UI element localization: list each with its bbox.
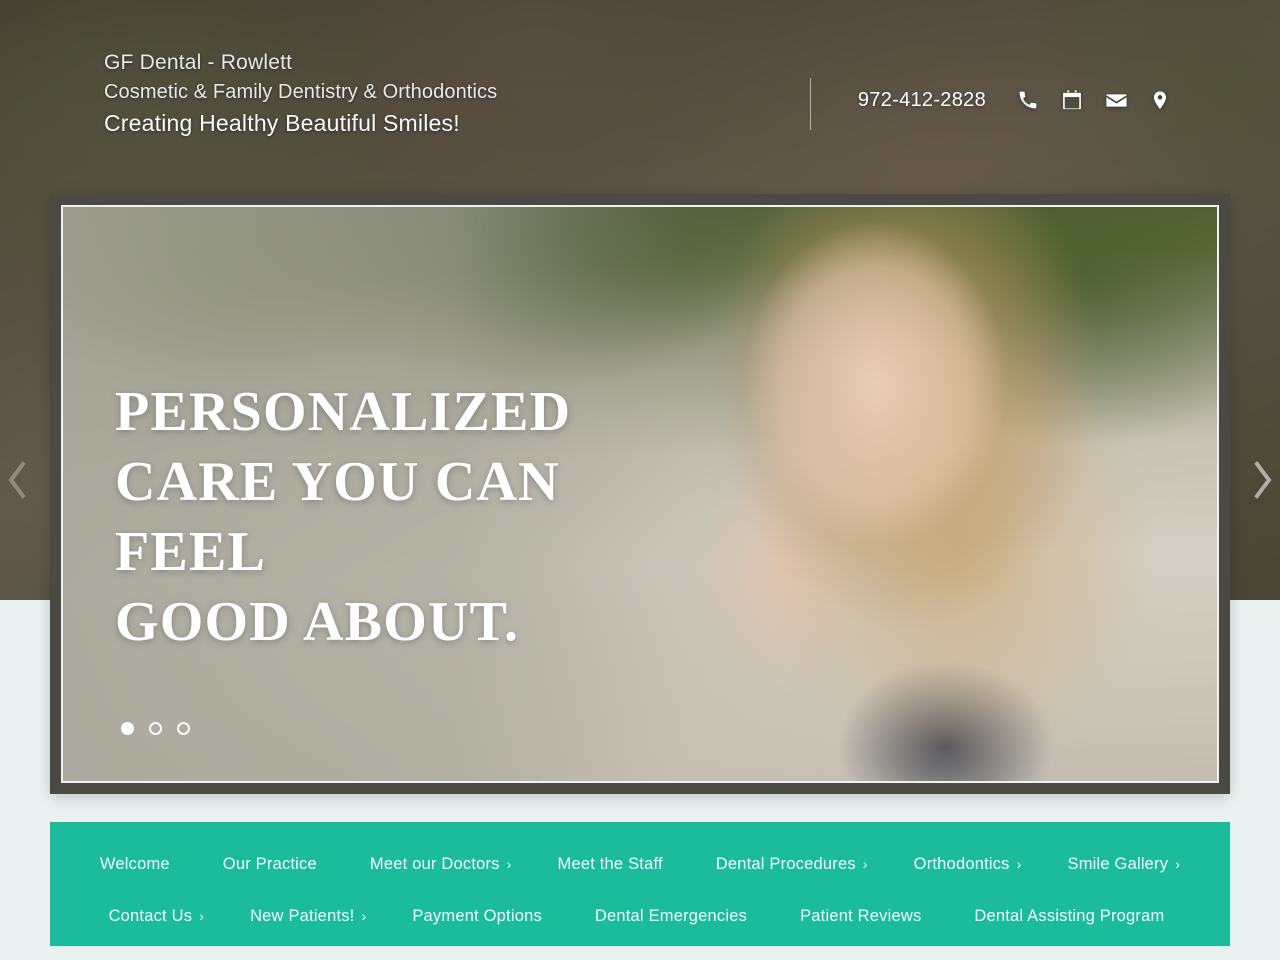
hero-carousel: PERSONALIZED CARE YOU CAN FEEL GOOD ABOU…	[50, 194, 1230, 794]
contact-bar: 972-412-2828	[809, 78, 1172, 130]
carousel-dot-1[interactable]	[121, 722, 134, 735]
carousel-next-arrow[interactable]	[1246, 440, 1280, 520]
hero-headline-line-1: PERSONALIZED	[115, 381, 572, 443]
nav-item-label: Meet the Staff	[557, 854, 663, 873]
nav-item-label: Orthodontics	[913, 854, 1010, 873]
nav-item-dental-procedures[interactable]: Dental Procedures ›	[716, 849, 868, 880]
practice-tagline: Creating Healthy Beautiful Smiles!	[104, 110, 460, 136]
carousel-prev-arrow[interactable]	[0, 440, 34, 520]
nav-item-meet-the-staff[interactable]: Meet the Staff	[558, 849, 670, 880]
nav-item-label: Dental Procedures	[715, 854, 856, 873]
nav-item-dental-assisting-program[interactable]: Dental Assisting Program	[974, 901, 1171, 932]
nav-row-primary: Welcome Our Practice Meet our Doctors › …	[96, 838, 1184, 890]
nav-item-label: Smile Gallery	[1067, 854, 1169, 873]
nav-item-dental-emergencies[interactable]: Dental Emergencies	[595, 901, 754, 932]
nav-item-label: Patient Reviews	[800, 906, 922, 925]
nav-row-secondary: Contact Us › New Patients! › Payment Opt…	[96, 890, 1184, 942]
nav-item-label: Our Practice	[222, 854, 317, 873]
nav-item-new-patients[interactable]: New Patients! ›	[250, 901, 366, 932]
nav-item-label: Welcome	[99, 854, 170, 873]
contact-icon-group	[1016, 88, 1172, 112]
hero-headline-line-3: GOOD ABOUT.	[115, 591, 520, 653]
nav-item-label: Payment Options	[412, 906, 542, 925]
nav-item-patient-reviews[interactable]: Patient Reviews	[800, 901, 928, 932]
nav-item-contact-us[interactable]: Contact Us ›	[109, 901, 205, 932]
carousel-dot-2[interactable]	[149, 722, 162, 735]
nav-item-orthodontics[interactable]: Orthodontics ›	[914, 849, 1022, 880]
nav-item-label: Meet our Doctors	[369, 854, 500, 873]
nav-item-meet-our-doctors[interactable]: Meet our Doctors ›	[370, 849, 512, 880]
main-navigation: Welcome Our Practice Meet our Doctors › …	[50, 822, 1230, 946]
nav-item-our-practice[interactable]: Our Practice	[223, 849, 324, 880]
chevron-right-icon: ›	[1016, 856, 1022, 872]
nav-item-label: Dental Assisting Program	[974, 906, 1165, 925]
hero-headline-block: PERSONALIZED CARE YOU CAN FEEL GOOD ABOU…	[115, 377, 715, 657]
nav-item-label: Contact Us	[108, 906, 193, 925]
practice-specialties: Cosmetic & Family Dentistry & Orthodonti…	[104, 81, 498, 103]
carousel-dots	[121, 722, 190, 735]
nav-item-payment-options[interactable]: Payment Options	[412, 901, 549, 932]
nav-item-smile-gallery[interactable]: Smile Gallery ›	[1068, 849, 1181, 880]
chevron-right-icon: ›	[506, 856, 512, 872]
nav-item-label: New Patients!	[250, 906, 355, 925]
nav-item-label: Dental Emergencies	[594, 906, 748, 925]
calendar-icon[interactable]	[1060, 88, 1084, 112]
phone-number[interactable]: 972-412-2828	[858, 89, 986, 112]
site-header: GF Dental - Rowlett Cosmetic & Family De…	[0, 0, 1280, 180]
practice-name: GF Dental - Rowlett	[104, 51, 293, 74]
page-root: GF Dental - Rowlett Cosmetic & Family De…	[0, 0, 1280, 960]
chevron-right-icon: ›	[199, 908, 205, 924]
carousel-dot-3[interactable]	[177, 722, 190, 735]
nav-item-welcome[interactable]: Welcome	[100, 849, 177, 880]
hero-inner-border: PERSONALIZED CARE YOU CAN FEEL GOOD ABOU…	[61, 205, 1219, 783]
chevron-right-icon: ›	[1175, 856, 1181, 872]
envelope-icon[interactable]	[1104, 88, 1128, 112]
chevron-right-icon: ›	[862, 856, 868, 872]
chevron-right-icon: ›	[361, 908, 367, 924]
phone-icon[interactable]	[1016, 88, 1040, 112]
brand-block[interactable]: GF Dental - Rowlett Cosmetic & Family De…	[104, 48, 497, 140]
contact-divider	[809, 78, 811, 130]
map-pin-icon[interactable]	[1148, 88, 1172, 112]
hero-headline-line-2: CARE YOU CAN FEEL	[115, 451, 560, 583]
